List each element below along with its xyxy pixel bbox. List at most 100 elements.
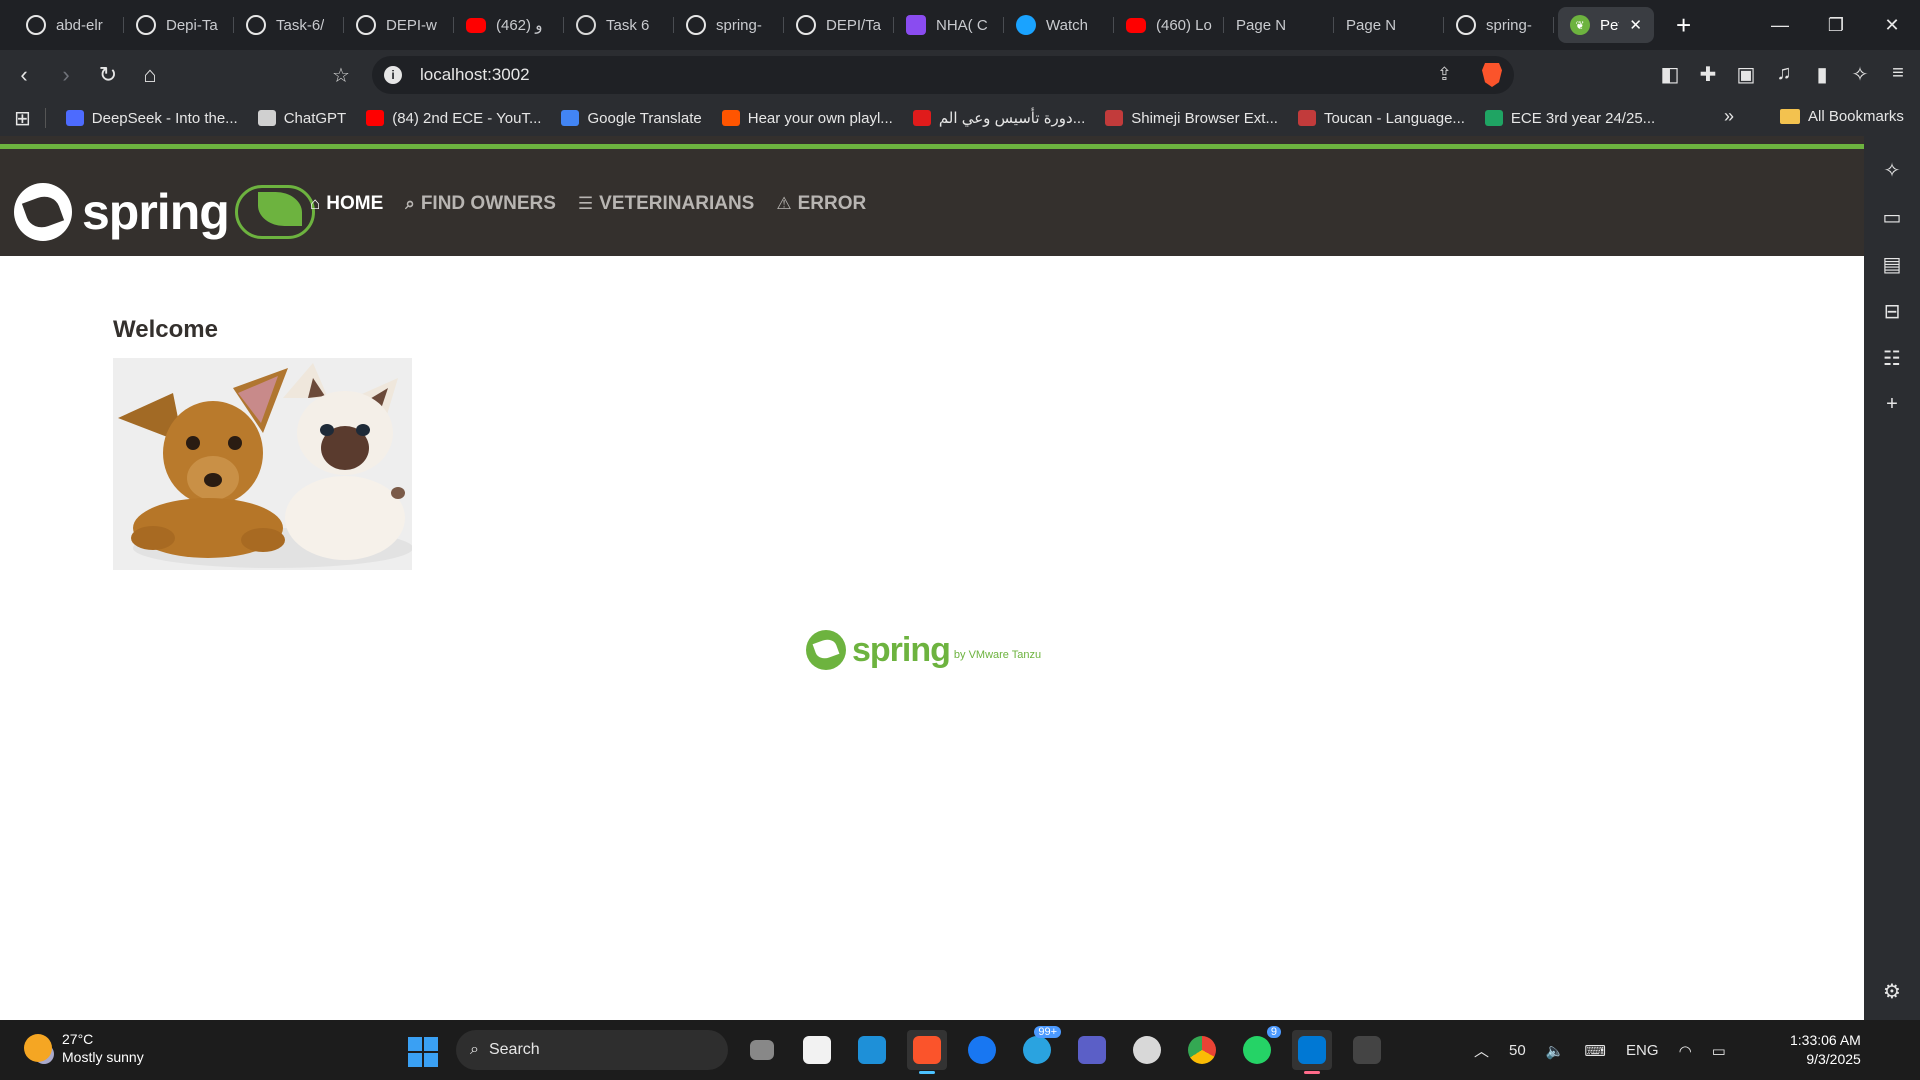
- tab-10[interactable]: (460) Lo: [1114, 7, 1224, 43]
- github-icon: [136, 15, 156, 35]
- spring-leaf-icon: [14, 183, 72, 241]
- wallet-icon[interactable]: ▤: [1883, 252, 1902, 277]
- keyboard-icon[interactable]: ⌨: [1584, 1042, 1606, 1060]
- page-title: Welcome: [113, 316, 218, 343]
- github-icon: [26, 15, 46, 35]
- media-icon[interactable]: ♫: [1772, 62, 1796, 87]
- teams-app[interactable]: [1072, 1030, 1112, 1070]
- nav-item-home[interactable]: ⌂ HOME: [310, 193, 383, 215]
- terminal-app[interactable]: [1347, 1030, 1387, 1070]
- bookmark-favicon-icon: [1484, 110, 1503, 126]
- footer-logo: spring by VMware Tanzu: [806, 630, 1041, 670]
- wifi-icon[interactable]: ◠: [1679, 1042, 1692, 1060]
- bookmark-item[interactable]: Toucan - Language...: [1297, 110, 1465, 127]
- chevron-up-icon[interactable]: ︿: [1474, 1040, 1489, 1061]
- address-bar[interactable]: i localhost:3002 ⇪: [372, 56, 1514, 94]
- brand-logo[interactable]: spring: [14, 183, 315, 241]
- nav-item-error[interactable]: ⚠ ERROR: [776, 193, 866, 215]
- nav-item-veterinarians[interactable]: ☰ VETERINARIANS: [578, 193, 754, 215]
- tab-active[interactable]: ❦ Pet ✕: [1558, 7, 1654, 43]
- tab-3[interactable]: DEPI-w: [344, 7, 454, 43]
- add-sidebar-icon[interactable]: +: [1886, 393, 1898, 416]
- media-sidebar-icon[interactable]: ▭: [1883, 205, 1902, 230]
- sidebar-toggle-icon[interactable]: ▮: [1810, 62, 1834, 87]
- bookmark-page-icon[interactable]: ☆: [332, 63, 350, 88]
- whatsapp-app[interactable]: 9: [1237, 1026, 1281, 1070]
- url-text[interactable]: localhost:3002: [420, 65, 530, 85]
- tab-5[interactable]: Task 6: [564, 7, 674, 43]
- task-view-button[interactable]: [742, 1030, 782, 1070]
- brave-shields-icon[interactable]: [1482, 63, 1502, 87]
- apps-grid-icon[interactable]: ⊞: [14, 106, 31, 131]
- back-button[interactable]: ‹: [6, 57, 42, 93]
- tab-11[interactable]: Page N: [1224, 7, 1334, 43]
- weather-widget[interactable]: 27°C Mostly sunny: [24, 1030, 144, 1066]
- tab-6[interactable]: spring-: [674, 7, 784, 43]
- chrome-app[interactable]: [1182, 1030, 1222, 1070]
- bookmark-item[interactable]: (84) 2nd ECE - YouT...: [366, 110, 541, 127]
- tray-number[interactable]: 50: [1509, 1042, 1526, 1059]
- spring-leaf-icon: [806, 630, 846, 670]
- folder-icon: [1780, 109, 1800, 124]
- bookmark-favicon-icon: [1297, 110, 1316, 126]
- home-button[interactable]: ⌂: [132, 57, 168, 93]
- spring-leaf-icon: ❦: [1570, 15, 1590, 35]
- tab-13[interactable]: spring-: [1444, 7, 1554, 43]
- language-indicator[interactable]: ENG: [1626, 1042, 1659, 1059]
- reader-icon[interactable]: ▣: [1734, 62, 1758, 87]
- bookmark-item[interactable]: Hear your own playl...: [721, 110, 893, 127]
- brave-app[interactable]: [907, 1030, 947, 1074]
- puzzle-icon[interactable]: ✚: [1696, 62, 1720, 87]
- reading-list-icon[interactable]: ☷: [1883, 346, 1901, 371]
- leo-icon[interactable]: ✧: [1884, 158, 1901, 183]
- tab-2[interactable]: Task-6/: [234, 7, 344, 43]
- taskbar-clock[interactable]: 1:33:06 AM 9/3/2025: [1790, 1031, 1861, 1069]
- leo-ai-icon[interactable]: ✧: [1848, 62, 1872, 87]
- tab-label: DEPI/Ta: [826, 16, 882, 34]
- tab-1[interactable]: Depi-Ta: [124, 7, 234, 43]
- share-icon[interactable]: ⇪: [1437, 64, 1452, 85]
- tab-8[interactable]: NHA( C: [894, 7, 1004, 43]
- messenger-app[interactable]: [962, 1030, 1002, 1070]
- tab-9[interactable]: Watch: [1004, 7, 1114, 43]
- bookmark-item[interactable]: دورة تأسيس وعي الم...: [912, 109, 1085, 127]
- tab-4[interactable]: و (462): [454, 7, 564, 43]
- more-bookmarks-icon[interactable]: »: [1724, 106, 1734, 127]
- home-icon: ⌂: [310, 194, 321, 213]
- desktop-app[interactable]: [852, 1030, 892, 1070]
- vscode-app[interactable]: [1292, 1030, 1332, 1074]
- minimize-button[interactable]: —: [1752, 0, 1808, 50]
- petclinic-badge-icon: [234, 185, 315, 239]
- bookmark-item[interactable]: ChatGPT: [257, 110, 346, 127]
- tab-7[interactable]: DEPI/Ta: [784, 7, 894, 43]
- clock-app[interactable]: [1127, 1030, 1167, 1070]
- gear-icon[interactable]: ⚙: [1883, 979, 1901, 1004]
- footer-tagline: by VMware Tanzu: [953, 649, 1042, 661]
- site-info-icon[interactable]: i: [384, 66, 402, 84]
- store-app[interactable]: [797, 1030, 837, 1070]
- battery-icon[interactable]: ▭: [1712, 1042, 1726, 1060]
- all-bookmarks-button[interactable]: All Bookmarks: [1780, 108, 1904, 125]
- close-tab-icon[interactable]: ✕: [1629, 16, 1642, 34]
- nav-item-find-owners[interactable]: ⌕ FIND OWNERS: [405, 193, 556, 215]
- close-window-button[interactable]: ✕: [1864, 0, 1920, 50]
- bookmark-item[interactable]: ECE 3rd year 24/25...: [1484, 110, 1655, 127]
- bookmark-favicon-icon: [721, 110, 740, 126]
- bookmark-item[interactable]: Shimeji Browser Ext...: [1105, 110, 1278, 127]
- menu-icon[interactable]: ≡: [1886, 62, 1910, 87]
- speaker-icon[interactable]: 🔈: [1546, 1042, 1565, 1060]
- bookmark-item[interactable]: DeepSeek - Into the...: [65, 110, 238, 127]
- restore-button[interactable]: ❐: [1808, 0, 1864, 50]
- extension-icon[interactable]: ◧: [1658, 62, 1682, 87]
- tab-12[interactable]: Page N: [1334, 7, 1444, 43]
- new-tab-button[interactable]: +: [1676, 10, 1691, 41]
- taskbar-search[interactable]: ⌕ Search: [456, 1030, 728, 1070]
- bookmark-item[interactable]: Google Translate: [561, 110, 702, 127]
- tab-label: spring-: [716, 16, 762, 34]
- forward-button[interactable]: ›: [48, 57, 84, 93]
- telegram-app[interactable]: 99+: [1017, 1026, 1061, 1070]
- start-button[interactable]: [408, 1037, 438, 1067]
- tab-0[interactable]: abd-elr: [14, 7, 124, 43]
- bookmarks-sidebar-icon[interactable]: ⊟: [1884, 299, 1901, 324]
- reload-button[interactable]: ↻: [90, 57, 126, 93]
